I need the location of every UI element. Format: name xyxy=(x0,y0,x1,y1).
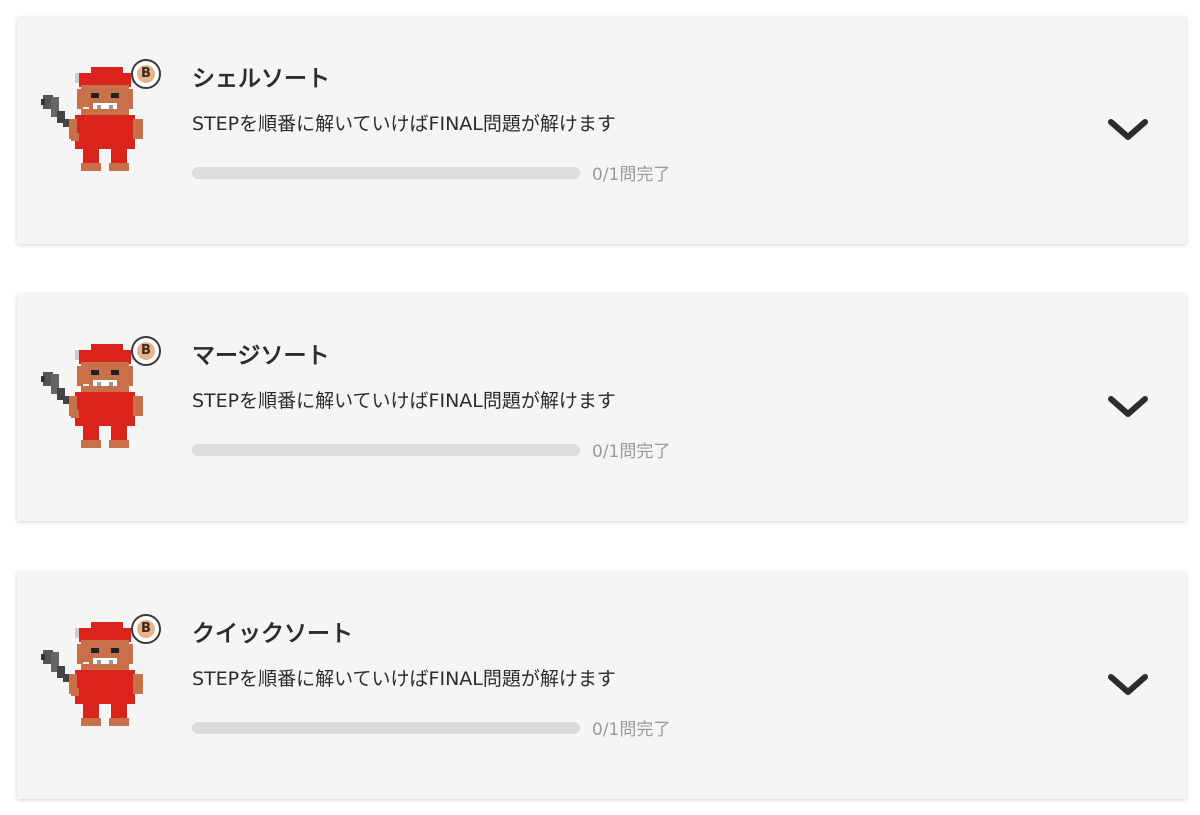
chevron-down-icon[interactable] xyxy=(1107,672,1149,698)
rank-letter: B xyxy=(137,342,155,360)
chevron-down-icon[interactable] xyxy=(1107,394,1149,420)
progress-bar xyxy=(192,444,580,456)
rank-badge: B xyxy=(131,614,161,644)
rank-letter: B xyxy=(137,65,155,83)
course-card[interactable]: B マージソート STEPを順番に解いていけばFINAL問題が解けます 0/1問… xyxy=(17,294,1186,521)
course-list: B シェルソート STEPを順番に解いていけばFINAL問題が解けます 0/1問… xyxy=(0,0,1200,815)
rank-badge: B xyxy=(131,59,161,89)
course-description: STEPを順番に解いていけばFINAL問題が解けます xyxy=(192,113,616,135)
course-title: クイックソート xyxy=(192,621,353,647)
course-card[interactable]: B シェルソート STEPを順番に解いていけばFINAL問題が解けます 0/1問… xyxy=(17,17,1186,244)
rank-letter: B xyxy=(137,620,155,638)
chevron-down-icon[interactable] xyxy=(1107,117,1149,143)
progress-text: 0/1問完了 xyxy=(592,165,671,185)
progress-text: 0/1問完了 xyxy=(592,720,671,740)
progress-bar xyxy=(192,167,580,179)
course-card[interactable]: B クイックソート STEPを順番に解いていけばFINAL問題が解けます 0/1… xyxy=(17,572,1186,799)
course-title: マージソート xyxy=(192,343,330,369)
rank-badge: B xyxy=(131,336,161,366)
course-description: STEPを順番に解いていけばFINAL問題が解けます xyxy=(192,390,616,412)
progress-bar xyxy=(192,722,580,734)
progress-text: 0/1問完了 xyxy=(592,442,671,462)
course-title: シェルソート xyxy=(192,66,330,92)
course-description: STEPを順番に解いていけばFINAL問題が解けます xyxy=(192,668,616,690)
